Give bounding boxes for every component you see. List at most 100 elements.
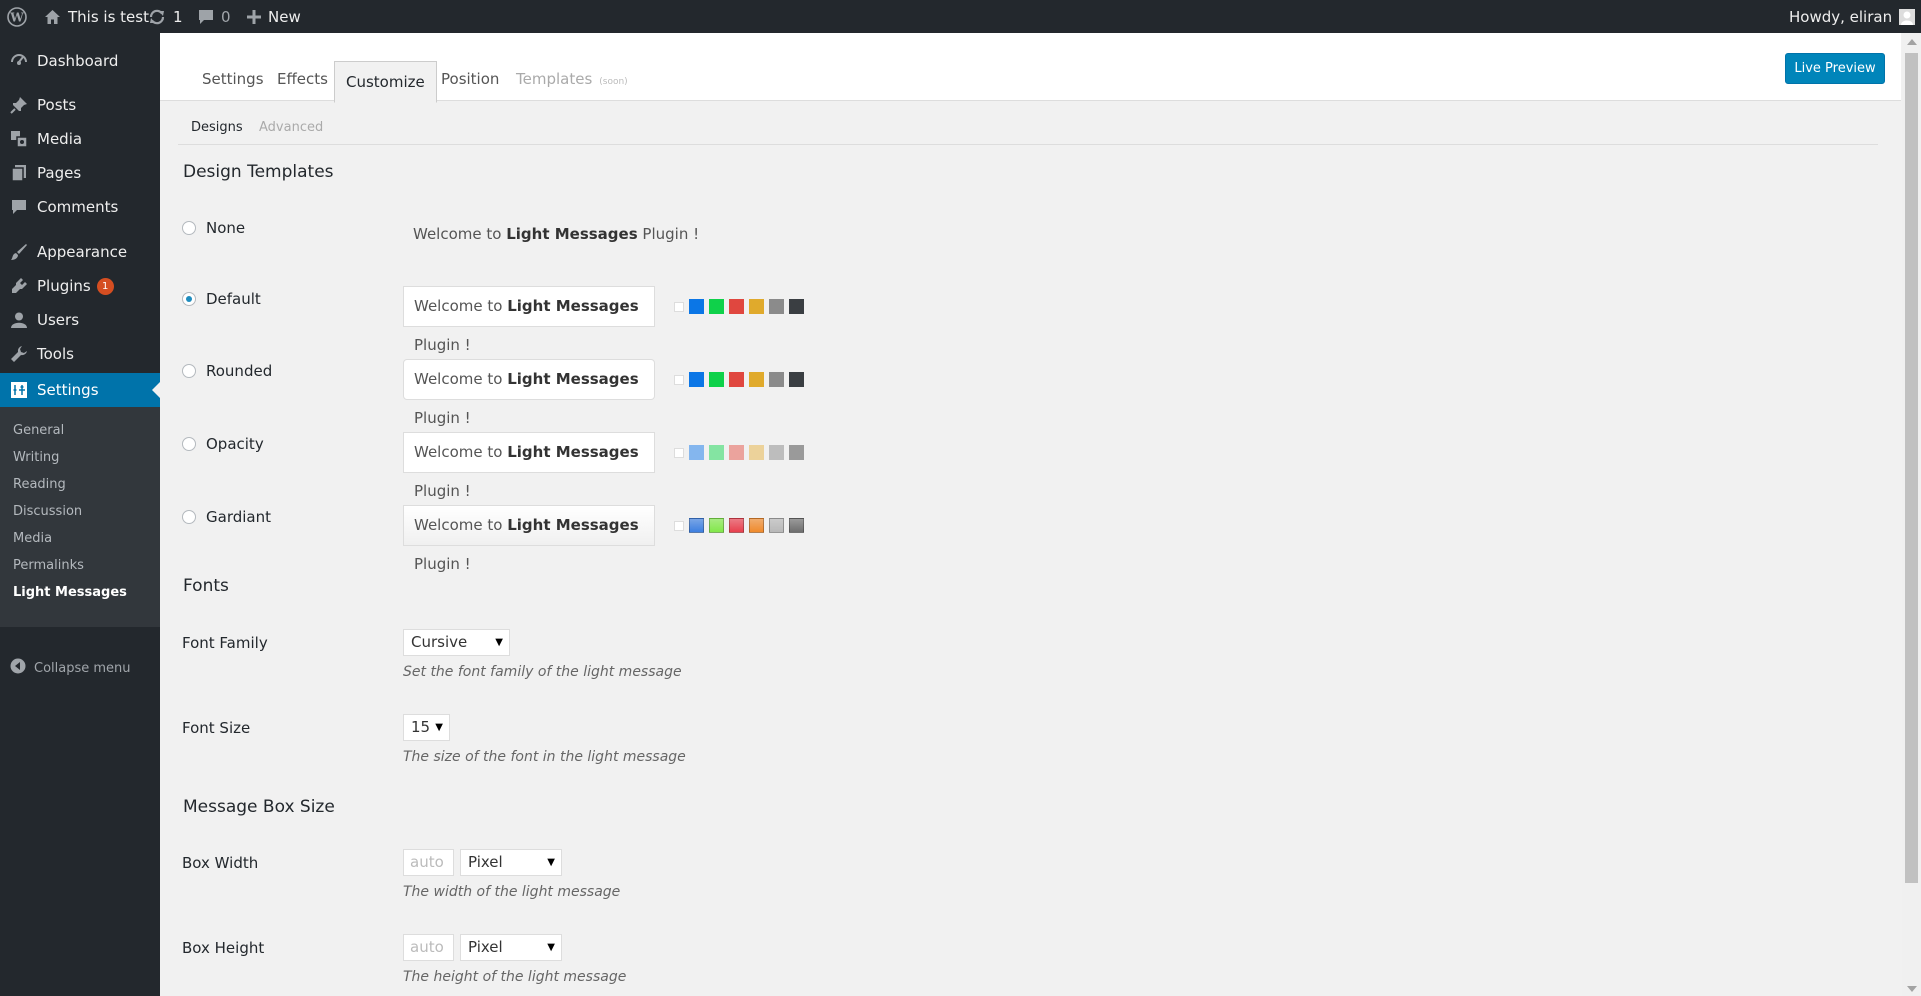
color-swatch[interactable] xyxy=(789,445,804,460)
live-preview-button[interactable]: Live Preview xyxy=(1785,53,1885,84)
wrench-icon xyxy=(0,345,37,363)
color-swatch[interactable] xyxy=(709,372,724,387)
collapse-menu-button[interactable]: Collapse menu xyxy=(10,658,131,678)
color-swatch[interactable] xyxy=(769,445,784,460)
tab-effects[interactable]: Effects xyxy=(277,58,328,100)
submenu-item-permalinks[interactable]: Permalinks xyxy=(13,558,84,573)
color-swatch-none[interactable] xyxy=(674,374,684,385)
menu-item-label: Appearance xyxy=(37,243,128,261)
user-icon xyxy=(0,311,37,329)
scroll-up-arrow-icon[interactable] xyxy=(1907,39,1917,45)
color-swatch[interactable] xyxy=(729,445,744,460)
color-swatch[interactable] xyxy=(789,299,804,314)
color-swatch[interactable] xyxy=(709,299,724,314)
menu-item-dashboard[interactable]: Dashboard xyxy=(0,44,160,78)
design-option-label: Opacity xyxy=(206,435,264,453)
color-swatch[interactable] xyxy=(769,372,784,387)
color-swatch[interactable] xyxy=(689,445,704,460)
tab-templates-label: Templates xyxy=(516,70,593,88)
color-swatch[interactable] xyxy=(769,299,784,314)
submenu-item-reading[interactable]: Reading xyxy=(13,477,66,492)
radio-default[interactable] xyxy=(182,292,196,306)
tab-customize[interactable]: Customize xyxy=(334,61,437,103)
admin-menu: Dashboard Posts Media Pages Comments App… xyxy=(0,33,160,996)
font-size-select[interactable]: 15 ▼ xyxy=(403,714,450,741)
color-swatch-none[interactable] xyxy=(674,301,684,312)
color-swatch[interactable] xyxy=(729,299,744,314)
media-icon xyxy=(0,130,37,148)
design-option-rounded[interactable]: Rounded xyxy=(182,362,272,380)
menu-item-pages[interactable]: Pages xyxy=(0,156,160,190)
my-account-link[interactable]: Howdy, eliran xyxy=(1789,0,1916,33)
preview-bold-text: Light Messages xyxy=(506,225,638,243)
color-swatch[interactable] xyxy=(729,518,744,533)
menu-item-appearance[interactable]: Appearance xyxy=(0,235,160,269)
menu-item-comments[interactable]: Comments xyxy=(0,190,160,224)
submenu-item-light-messages[interactable]: Light Messages xyxy=(13,585,127,600)
subtab-designs[interactable]: Designs xyxy=(191,120,243,135)
color-swatch[interactable] xyxy=(729,372,744,387)
admin-bar: W This is test 1 0 New Howdy, eliran xyxy=(0,0,1921,33)
color-swatch[interactable] xyxy=(789,372,804,387)
menu-item-posts[interactable]: Posts xyxy=(0,88,160,122)
home-icon xyxy=(44,9,61,25)
color-swatch[interactable] xyxy=(789,518,804,533)
color-swatch[interactable] xyxy=(769,518,784,533)
menu-item-tools[interactable]: Tools xyxy=(0,337,160,371)
font-family-select[interactable]: Cursive ▼ xyxy=(403,629,510,656)
dropdown-arrow-icon: ▼ xyxy=(547,857,555,868)
design-option-default[interactable]: Default xyxy=(182,290,261,308)
radio-rounded[interactable] xyxy=(182,364,196,378)
site-name-link[interactable]: This is test xyxy=(44,0,149,33)
menu-item-label: Tools xyxy=(37,345,74,363)
color-swatch[interactable] xyxy=(749,299,764,314)
comment-bubble-icon xyxy=(198,9,214,25)
howdy-text: Howdy, eliran xyxy=(1789,7,1893,26)
page-scrollbar[interactable] xyxy=(1902,33,1921,996)
submenu-item-writing[interactable]: Writing xyxy=(13,450,59,465)
radio-opacity[interactable] xyxy=(182,437,196,451)
font-family-value: Cursive xyxy=(411,633,468,651)
color-swatch[interactable] xyxy=(709,518,724,533)
updates-link[interactable]: 1 xyxy=(148,0,183,33)
font-size-label: Font Size xyxy=(182,719,251,737)
color-swatch[interactable] xyxy=(749,518,764,533)
scroll-down-arrow-icon[interactable] xyxy=(1907,986,1917,992)
box-width-input[interactable]: auto xyxy=(403,849,454,876)
preview-default: Welcome to Light Messages Plugin ! xyxy=(403,286,655,354)
radio-gardiant[interactable] xyxy=(182,510,196,524)
color-swatch-none[interactable] xyxy=(674,447,684,458)
color-swatch[interactable] xyxy=(689,299,704,314)
new-label: New xyxy=(268,7,301,26)
box-width-unit-select[interactable]: Pixel ▼ xyxy=(460,849,562,876)
comments-count: 0 xyxy=(221,7,231,26)
menu-item-media[interactable]: Media xyxy=(0,122,160,156)
wordpress-logo-icon[interactable]: W xyxy=(7,0,27,33)
color-swatch[interactable] xyxy=(749,445,764,460)
scrollbar-thumb[interactable] xyxy=(1905,53,1918,883)
design-option-opacity[interactable]: Opacity xyxy=(182,435,264,453)
menu-item-settings[interactable]: Settings xyxy=(0,373,160,407)
box-height-input[interactable]: auto xyxy=(403,934,454,961)
plugins-update-badge: 1 xyxy=(96,277,114,295)
menu-item-plugins[interactable]: Plugins 1 xyxy=(0,269,160,303)
new-content-link[interactable]: New xyxy=(247,0,301,33)
radio-none[interactable] xyxy=(182,221,196,235)
design-option-gardiant[interactable]: Gardiant xyxy=(182,508,271,526)
color-swatch[interactable] xyxy=(689,518,704,533)
submenu-item-media[interactable]: Media xyxy=(13,531,52,546)
color-swatch[interactable] xyxy=(689,372,704,387)
tab-position[interactable]: Position xyxy=(441,58,499,100)
box-height-unit-select[interactable]: Pixel ▼ xyxy=(460,934,562,961)
plus-icon xyxy=(247,9,261,24)
color-swatch[interactable] xyxy=(709,445,724,460)
submenu-item-discussion[interactable]: Discussion xyxy=(13,504,82,519)
submenu-item-general[interactable]: General xyxy=(13,423,64,438)
menu-item-users[interactable]: Users xyxy=(0,303,160,337)
color-swatch[interactable] xyxy=(749,372,764,387)
design-option-none[interactable]: None xyxy=(182,219,245,237)
tab-settings[interactable]: Settings xyxy=(202,58,264,100)
comments-link[interactable]: 0 xyxy=(198,0,231,33)
subtab-advanced[interactable]: Advanced xyxy=(259,120,323,135)
color-swatch-none[interactable] xyxy=(674,520,684,531)
